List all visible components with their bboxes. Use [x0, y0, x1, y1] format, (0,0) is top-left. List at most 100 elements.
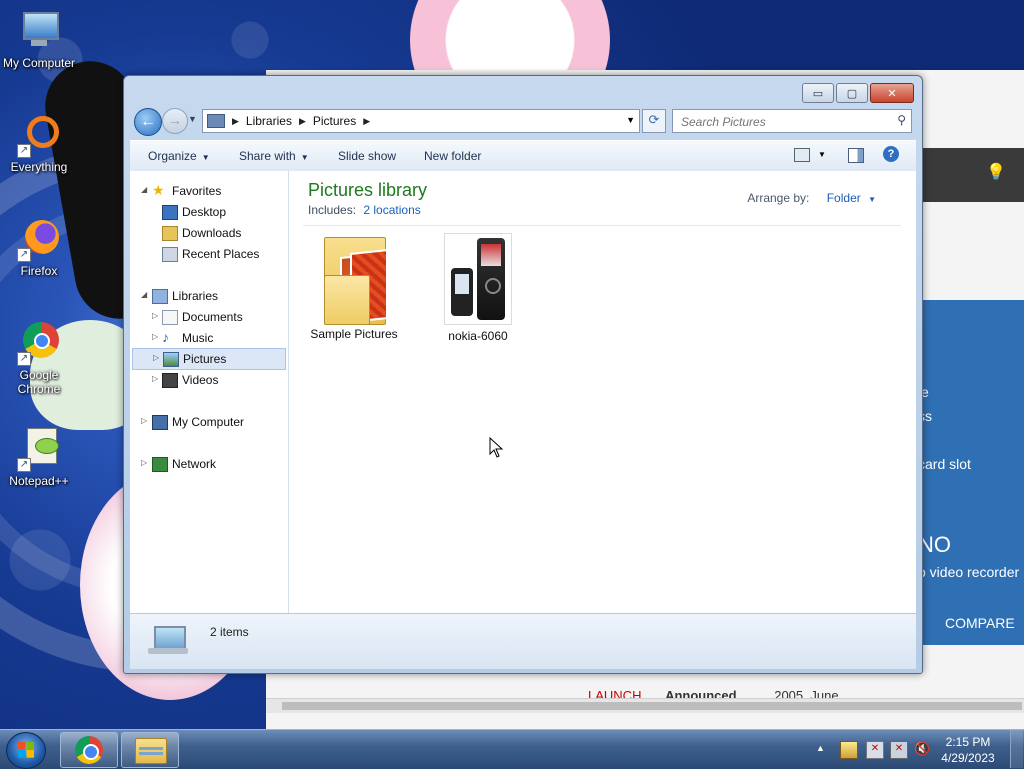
change-view-icon[interactable]: [794, 148, 810, 162]
explorer-window[interactable]: ▭ ▢ ✕ ← → ▼ ▶ Libraries ▶ Pictures ▶ ▼ ⟳…: [123, 75, 923, 674]
nav-item-my-computer[interactable]: ▷ My Computer: [130, 412, 288, 432]
chevron-down-icon[interactable]: ▼: [868, 195, 876, 204]
nav-item-label: Desktop: [182, 205, 227, 219]
address-bar[interactable]: ▶ Libraries ▶ Pictures ▶ ▼: [202, 109, 640, 133]
collapsed-arrow-icon[interactable]: ▷: [153, 353, 159, 362]
back-button[interactable]: ←: [134, 108, 162, 136]
collapsed-arrow-icon[interactable]: ▷: [141, 416, 147, 425]
chrome-icon: ↗: [17, 322, 61, 366]
shortcut-arrow-icon: ↗: [17, 144, 31, 158]
file-item-sample-pictures[interactable]: Sample Pictures: [299, 233, 409, 341]
breadcrumb-separator[interactable]: ▶: [363, 116, 370, 127]
spec-text-fragment: card slot: [918, 456, 971, 472]
nav-item-music[interactable]: ▷ ♪ Music: [130, 328, 288, 348]
nav-item-downloads[interactable]: Downloads: [130, 223, 288, 243]
show-hidden-icons-button[interactable]: ▲: [816, 743, 825, 753]
mouse-cursor-icon: [489, 437, 504, 458]
nav-item-documents[interactable]: ▷ Documents: [130, 307, 288, 327]
minimize-button[interactable]: ▭: [802, 83, 834, 103]
expanded-arrow-icon[interactable]: ◢: [141, 290, 147, 299]
pictures-folder-icon: [207, 114, 225, 128]
desktop-icon-label: Google Chrome: [17, 368, 61, 396]
file-list-pane[interactable]: Pictures library Includes: 2 locations A…: [289, 171, 916, 613]
desktop-icon: [162, 205, 178, 220]
close-button[interactable]: ✕: [870, 83, 914, 103]
file-item-nokia-6060[interactable]: nokia-6060: [423, 233, 533, 343]
nav-item-label: Downloads: [182, 226, 242, 240]
volume-muted-icon[interactable]: 🔇: [914, 741, 930, 757]
search-input[interactable]: [679, 112, 883, 132]
search-icon[interactable]: ⚲: [897, 113, 906, 127]
expanded-arrow-icon[interactable]: ◢: [141, 185, 147, 194]
show-desktop-button[interactable]: [1010, 730, 1023, 768]
star-icon: ★: [152, 182, 165, 198]
collapsed-arrow-icon[interactable]: ▷: [141, 458, 147, 467]
lightbulb-icon[interactable]: 💡: [986, 162, 1006, 182]
music-icon: ♪: [162, 329, 169, 345]
navigation-bar: ← → ▼ ▶ Libraries ▶ Pictures ▶ ▼ ⟳ ⚲: [130, 106, 916, 136]
file-name: nokia-6060: [448, 329, 508, 343]
desktop-icon-everything[interactable]: ↗ Everything: [0, 114, 78, 174]
collapsed-arrow-icon[interactable]: ▷: [152, 311, 158, 320]
action-center-error-icon[interactable]: ✕: [866, 741, 884, 759]
breadcrumb-libraries[interactable]: Libraries: [246, 114, 292, 128]
view-options-dropdown-icon[interactable]: ▼: [818, 150, 826, 159]
nav-item-label: Documents: [182, 310, 243, 324]
nav-item-libraries[interactable]: ◢ Libraries: [130, 286, 288, 306]
maximize-button[interactable]: ▢: [836, 83, 868, 103]
breadcrumb-pictures[interactable]: Pictures: [313, 114, 356, 128]
collapsed-arrow-icon[interactable]: ▷: [152, 332, 158, 341]
help-icon[interactable]: ?: [883, 146, 899, 162]
nav-item-pictures[interactable]: ▷ Pictures: [132, 348, 286, 370]
preview-pane-icon[interactable]: [848, 148, 864, 163]
desktop-icon-notepad-plus-plus[interactable]: ↗ Notepad++: [0, 428, 78, 488]
search-box[interactable]: ⚲: [672, 109, 912, 133]
nav-item-favorites[interactable]: ◢ ★ Favorites: [130, 181, 288, 201]
nav-item-desktop[interactable]: Desktop: [130, 202, 288, 222]
nav-item-label: Libraries: [172, 289, 219, 303]
refresh-button[interactable]: ⟳: [642, 109, 666, 133]
network-disconnected-icon[interactable]: ✕: [890, 741, 908, 759]
breadcrumb-separator[interactable]: ▶: [232, 116, 239, 127]
arrange-by-dropdown[interactable]: Folder: [827, 191, 861, 205]
nav-item-network[interactable]: ▷ Network: [130, 454, 288, 474]
nav-item-label: Pictures: [183, 352, 227, 366]
recent-pages-dropdown[interactable]: ▼: [188, 114, 197, 124]
horizontal-scrollbar[interactable]: [266, 698, 1024, 713]
collapsed-arrow-icon[interactable]: ▷: [152, 374, 158, 383]
address-dropdown-icon[interactable]: ▼: [626, 115, 635, 125]
scrollbar-thumb[interactable]: [282, 702, 1022, 710]
locations-link[interactable]: 2 locations: [363, 203, 420, 217]
desktop-icon-my-computer[interactable]: My Computer: [0, 10, 78, 70]
slide-show-button[interactable]: Slide show: [338, 149, 396, 163]
my-computer-icon: [17, 10, 61, 54]
taskbar-explorer-button[interactable]: [121, 732, 179, 768]
share-with-menu[interactable]: Share with ▼: [239, 149, 309, 163]
action-center-flag-icon[interactable]: [840, 741, 858, 759]
folder-with-pictures-icon: [320, 233, 388, 327]
videos-icon: [162, 373, 178, 388]
clock-time: 2:15 PM: [945, 735, 991, 749]
navigation-pane[interactable]: ◢ ★ Favorites Desktop Downloads Recent P…: [130, 171, 289, 613]
new-folder-button[interactable]: New folder: [424, 149, 481, 163]
start-button[interactable]: [6, 732, 46, 769]
browser-blue-panel: [921, 300, 1024, 645]
network-icon: [152, 457, 168, 472]
forward-button[interactable]: →: [162, 108, 188, 134]
desktop-icon-google-chrome[interactable]: ↗ Google Chrome: [0, 322, 78, 396]
content-area: ◢ ★ Favorites Desktop Downloads Recent P…: [130, 171, 916, 613]
clock[interactable]: 2:15 PM 4/29/2023: [938, 734, 998, 766]
back-arrow-icon: ←: [140, 113, 156, 130]
desktop-icon-firefox[interactable]: ↗ Firefox: [0, 218, 78, 278]
desktop-icon-label: Notepad++: [9, 474, 69, 488]
chrome-icon: [75, 736, 103, 764]
compare-button[interactable]: COMPARE: [921, 603, 1024, 643]
computer-icon: [152, 415, 168, 430]
browser-header-dark-bar: [921, 148, 1024, 202]
organize-menu[interactable]: Organize ▼: [148, 149, 210, 163]
breadcrumb-separator[interactable]: ▶: [299, 116, 306, 127]
taskbar-chrome-button[interactable]: [60, 732, 118, 768]
desktop-icon-label: Firefox: [20, 264, 58, 278]
nav-item-videos[interactable]: ▷ Videos: [130, 370, 288, 390]
nav-item-recent-places[interactable]: Recent Places: [130, 244, 288, 264]
